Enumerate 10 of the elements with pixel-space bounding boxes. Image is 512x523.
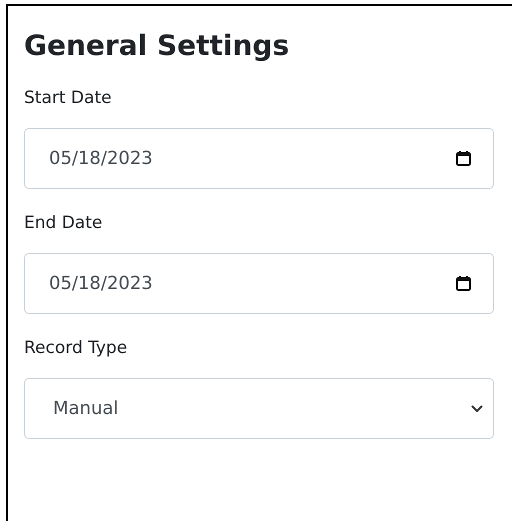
field-label: End Date: [24, 212, 104, 235]
field-label: Start Date: [24, 87, 113, 110]
select-dropdown[interactable]: Manual: [24, 378, 494, 439]
chevron-down-icon: [471, 404, 483, 412]
date-field[interactable]: 05/18/2023: [24, 128, 494, 189]
panel-title: General Settings: [24, 28, 290, 64]
calendar-icon: [456, 276, 471, 291]
field-label: Record Type: [24, 337, 128, 360]
date-field[interactable]: 05/18/2023: [24, 253, 494, 314]
calendar-icon: [456, 151, 471, 166]
